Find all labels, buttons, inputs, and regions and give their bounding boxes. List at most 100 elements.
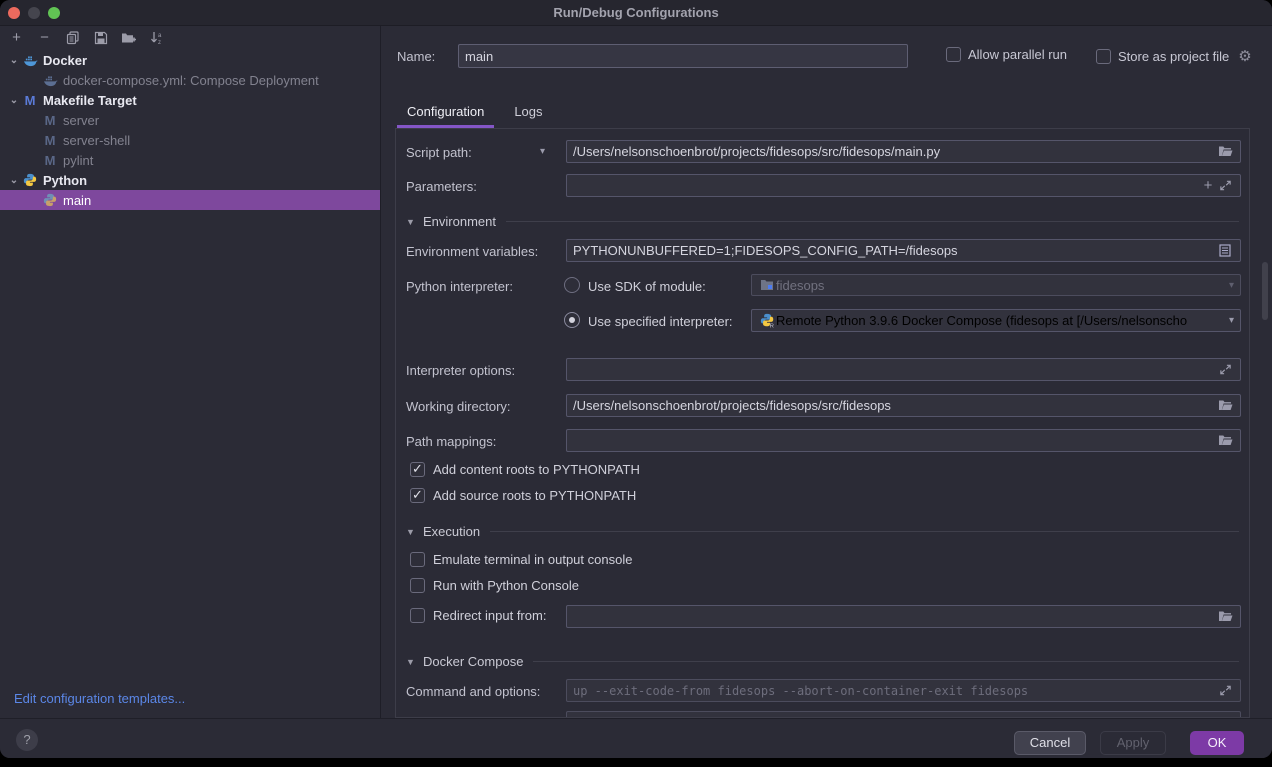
help-button[interactable]: ? (16, 729, 38, 751)
apply-button[interactable]: Apply (1100, 731, 1166, 755)
tree-item-label: Docker (43, 53, 87, 68)
collapse-arrow-icon: ▼ (406, 527, 423, 537)
docker-compose-section-title: Docker Compose (423, 654, 523, 669)
script-path-input[interactable]: /Users/nelsonschoenbrot/projects/fidesop… (566, 140, 1241, 163)
sidebar-toolbar: + − az (0, 26, 380, 49)
command-and-options-input[interactable]: up --exit-code-from fidesops --abort-on-… (566, 679, 1241, 702)
run-with-python-console-checkbox[interactable]: Run with Python Console (410, 578, 579, 593)
remote-python-icon: R (758, 313, 776, 329)
tree-group-docker[interactable]: ⌄ Docker (0, 50, 380, 70)
collapse-arrow-icon: ▼ (406, 657, 423, 667)
emulate-terminal-checkbox[interactable]: Emulate terminal in output console (410, 552, 632, 567)
use-sdk-of-module-radio[interactable] (564, 277, 580, 293)
add-content-roots-label: Add content roots to PYTHONPATH (433, 462, 640, 477)
allow-parallel-run-label: Allow parallel run (968, 47, 1067, 62)
tab-configuration[interactable]: Configuration (407, 104, 484, 128)
tree-item-label: main (63, 193, 91, 208)
emulate-terminal-label: Emulate terminal in output console (433, 552, 632, 567)
use-sdk-of-module-label: Use SDK of module: (588, 279, 706, 294)
module-value: fidesops (776, 278, 1225, 293)
tab-bar: Configuration Logs (407, 104, 543, 128)
configuration-editor: Name: main Allow parallel run Store as p… (381, 26, 1272, 718)
new-folder-icon[interactable] (120, 30, 137, 46)
save-configuration-icon[interactable] (92, 30, 109, 46)
makefile-icon: M (42, 152, 58, 168)
remove-configuration-icon[interactable]: − (36, 30, 53, 46)
add-macro-icon[interactable]: + (1200, 177, 1216, 194)
tree-group-python[interactable]: ⌄ Python (0, 170, 380, 190)
expand-field-icon[interactable] (1216, 178, 1234, 194)
working-directory-input[interactable]: /Users/nelsonschoenbrot/projects/fidesop… (566, 394, 1241, 417)
execution-section-header[interactable]: ▼ Execution (406, 524, 1239, 539)
add-source-roots-checkbox[interactable]: Add source roots to PYTHONPATH (410, 488, 636, 503)
interpreter-options-input[interactable] (566, 358, 1241, 381)
browse-variables-icon[interactable] (1216, 243, 1234, 259)
command-and-options-value: up --exit-code-from fidesops --abort-on-… (573, 684, 1216, 698)
chevron-expanded-icon[interactable]: ⌄ (6, 175, 22, 186)
script-path-value: /Users/nelsonschoenbrot/projects/fidesop… (573, 144, 1216, 159)
tree-item-label: Makefile Target (43, 93, 137, 108)
svg-text:z: z (158, 40, 161, 45)
name-input[interactable]: main (458, 44, 908, 68)
browse-folder-icon[interactable] (1216, 398, 1234, 414)
configurations-sidebar: + − az ⌄ Docker (0, 26, 381, 718)
tree-item-server-shell[interactable]: M server-shell (0, 130, 380, 150)
docker-compose-section-header[interactable]: ▼ Docker Compose (406, 654, 1239, 669)
chevron-expanded-icon[interactable]: ⌄ (6, 95, 22, 106)
store-as-project-file-checkbox[interactable]: Store as project file ⚙ (1096, 47, 1252, 65)
tree-item-label: Python (43, 173, 87, 188)
tree-item-docker-compose[interactable]: docker-compose.yml: Compose Deployment (0, 70, 380, 90)
add-content-roots-checkbox[interactable]: Add content roots to PYTHONPATH (410, 462, 640, 477)
python-interpreter-label: Python interpreter: (406, 279, 513, 294)
browse-folder-icon[interactable] (1216, 609, 1234, 625)
tab-logs[interactable]: Logs (514, 104, 542, 128)
configurations-tree: ⌄ Docker docker-compose.yml: Compose Dep… (0, 50, 380, 210)
cancel-button[interactable]: Cancel (1014, 731, 1086, 755)
browse-folder-icon[interactable] (1216, 144, 1234, 160)
module-combobox[interactable]: fidesops ▾ (751, 274, 1241, 296)
working-directory-label: Working directory: (406, 399, 511, 414)
ok-button[interactable]: OK (1190, 731, 1244, 755)
checkbox-checked-icon (410, 488, 425, 503)
environment-section-header[interactable]: ▼ Environment (406, 214, 1239, 229)
chevron-expanded-icon[interactable]: ⌄ (6, 55, 22, 66)
expand-field-icon[interactable] (1216, 362, 1234, 378)
vertical-scrollbar[interactable] (1262, 262, 1268, 320)
copy-configuration-icon[interactable] (64, 30, 81, 46)
parameters-label: Parameters: (406, 179, 477, 194)
add-source-roots-label: Add source roots to PYTHONPATH (433, 488, 636, 503)
environment-variables-value: PYTHONUNBUFFERED=1;FIDESOPS_CONFIG_PATH=… (573, 243, 1216, 258)
run-debug-configurations-dialog: Run/Debug Configurations + − az ⌄ (0, 0, 1272, 758)
gear-icon[interactable]: ⚙ (1238, 47, 1251, 65)
chevron-down-icon: ▾ (1229, 315, 1234, 326)
tree-group-makefile-target[interactable]: ⌄ M Makefile Target (0, 90, 380, 110)
checkbox-checked-icon (410, 462, 425, 477)
environment-variables-input[interactable]: PYTHONUNBUFFERED=1;FIDESOPS_CONFIG_PATH=… (566, 239, 1241, 262)
script-path-dropdown-icon[interactable]: ▾ (540, 146, 545, 157)
browse-folder-icon[interactable] (1216, 433, 1234, 449)
path-mappings-label: Path mappings: (406, 434, 496, 449)
makefile-icon: M (42, 112, 58, 128)
edit-configuration-templates-link[interactable]: Edit configuration templates... (14, 691, 185, 706)
sort-configurations-icon[interactable]: az (148, 30, 165, 46)
tree-item-main[interactable]: main (0, 190, 380, 210)
command-preview-input[interactable] (566, 711, 1241, 718)
redirect-input-checkbox[interactable]: Redirect input from: (410, 608, 546, 623)
expand-field-icon[interactable] (1216, 683, 1234, 699)
tree-item-pylint[interactable]: M pylint (0, 150, 380, 170)
parameters-input[interactable]: + (566, 174, 1241, 197)
makefile-icon: M (22, 92, 38, 108)
use-specified-interpreter-radio[interactable] (564, 312, 580, 328)
interpreter-combobox[interactable]: R Remote Python 3.9.6 Docker Compose (fi… (751, 309, 1241, 332)
interpreter-options-label: Interpreter options: (406, 363, 515, 378)
add-configuration-icon[interactable]: + (8, 30, 25, 46)
python-icon (42, 192, 58, 208)
redirect-input-label: Redirect input from: (433, 608, 546, 623)
environment-variables-label: Environment variables: (406, 244, 538, 259)
tree-item-server[interactable]: M server (0, 110, 380, 130)
allow-parallel-run-checkbox[interactable]: Allow parallel run (946, 47, 1067, 62)
path-mappings-input[interactable] (566, 429, 1241, 452)
section-divider (506, 221, 1239, 222)
redirect-input-file-input[interactable] (566, 605, 1241, 628)
run-with-python-console-label: Run with Python Console (433, 578, 579, 593)
